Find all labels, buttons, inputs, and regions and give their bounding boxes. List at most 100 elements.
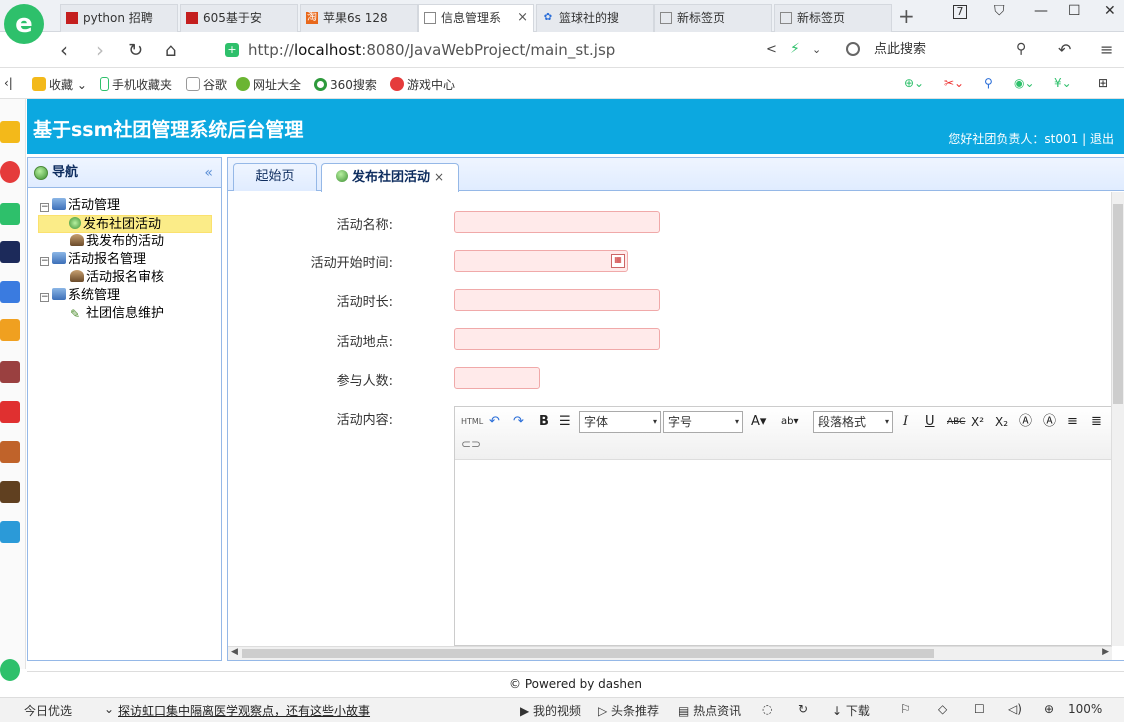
restore-badge-button[interactable]: 7 — [953, 5, 967, 19]
magnifier-icon[interactable]: ⚲ — [984, 76, 993, 90]
link-icon[interactable]: ⊂⊃ — [461, 434, 481, 454]
underline-button[interactable]: U — [925, 412, 935, 432]
my-videos-link[interactable]: ▶ 我的视频 — [520, 702, 581, 719]
yen-icon[interactable]: ¥⌄ — [1054, 76, 1072, 90]
tree-node-signup-mgmt[interactable]: − 活动报名管理 — [40, 251, 146, 269]
forward-icon[interactable]: › — [96, 38, 104, 62]
back-icon[interactable]: ‹ — [60, 38, 68, 62]
font-family-select[interactable]: 字体 ▾ — [579, 411, 661, 433]
favorites-rail-icon[interactable] — [0, 121, 20, 143]
extension-add-icon[interactable]: ⊕⌄ — [904, 76, 924, 90]
italic-button[interactable]: I — [903, 412, 908, 432]
scrollbar-thumb[interactable] — [1113, 204, 1123, 404]
hot-news-link[interactable]: ▤ 热点资讯 — [678, 702, 741, 719]
accelerate-icon[interactable]: ◌ — [762, 702, 772, 716]
game-rail-icon[interactable] — [0, 361, 20, 383]
browser-tab[interactable]: 605基于安 — [180, 4, 298, 32]
superscript-button[interactable]: X² — [971, 412, 984, 432]
bookmark-sites[interactable]: 网址大全 — [236, 76, 301, 93]
strikethrough-button[interactable]: ABC — [947, 412, 965, 432]
align-left-icon[interactable]: ≡ — [1067, 412, 1078, 432]
zoom-level[interactable]: 100% — [1068, 702, 1102, 716]
browser-tab[interactable]: 新标签页 — [654, 4, 772, 32]
download-link[interactable]: ↓ 下载 — [832, 702, 870, 719]
browser-tab[interactable]: python 招聘 — [60, 4, 178, 32]
editor-body[interactable] — [455, 461, 1112, 645]
maximize-button[interactable]: ☐ — [1068, 3, 1081, 19]
tree-node-activity-mgmt[interactable]: − 活动管理 — [40, 197, 120, 215]
vertical-scrollbar[interactable] — [1111, 192, 1124, 646]
new-tab-button[interactable]: + — [898, 4, 915, 28]
font-border-icon[interactable]: Ⓐ — [1043, 412, 1056, 432]
live-rail-icon[interactable] — [0, 401, 20, 423]
bookmark-google[interactable]: 谷歌 — [186, 76, 227, 93]
search-input[interactable]: 点此搜索 — [844, 38, 1034, 62]
paragraph-format-select[interactable]: 段落格式 ▾ — [813, 411, 893, 433]
collapse-toggle-icon[interactable]: − — [40, 203, 49, 212]
gamepad-icon[interactable]: ◉⌄ — [1014, 76, 1035, 90]
horizontal-scrollbar[interactable]: ◀ ▶ — [228, 646, 1112, 660]
tree-node-signup-review[interactable]: 活动报名审核 — [70, 269, 164, 287]
participants-input[interactable] — [454, 367, 540, 389]
browser-tab[interactable]: 新标签页 — [774, 4, 892, 32]
url-field[interactable]: + http://localhost:8080/JavaWebProject/m… — [220, 36, 840, 64]
font-color-icon[interactable]: A▾ — [751, 412, 766, 432]
browser-logo-icon[interactable]: e — [4, 4, 44, 44]
collapse-icon[interactable]: « — [204, 158, 213, 188]
bookmark-360[interactable]: 360搜索 — [314, 76, 377, 93]
browser-tab-active[interactable]: 信息管理系 × — [418, 4, 534, 33]
zoom-icon[interactable]: ⊕ — [1044, 702, 1054, 716]
close-tab-icon[interactable]: × — [434, 170, 444, 184]
align-justify-icon[interactable]: ≣ — [1091, 412, 1102, 432]
sidebar-toggle-icon[interactable]: ‹| — [4, 76, 13, 90]
headline-recommend-link[interactable]: ▷ 头条推荐 — [598, 702, 659, 719]
tree-node-system-mgmt[interactable]: − 系统管理 — [40, 287, 120, 305]
scroll-left-icon[interactable]: ◀ — [231, 647, 238, 657]
undo-icon[interactable]: ↶ — [1058, 40, 1071, 59]
bookmark-favorites[interactable]: 收藏 ⌄ — [32, 76, 87, 93]
tree-node-club-info[interactable]: ✎ 社团信息维护 — [70, 305, 164, 323]
activity-start-input[interactable]: ▦ — [454, 250, 628, 272]
logout-link[interactable]: 退出 — [1090, 132, 1114, 146]
search-icon[interactable]: ⚲ — [1016, 41, 1026, 57]
activity-location-input[interactable] — [454, 328, 660, 350]
app2-rail-icon[interactable] — [0, 521, 20, 543]
game3-rail-icon[interactable] — [0, 481, 20, 503]
html-source-button[interactable]: HTML — [461, 412, 483, 432]
sound-icon[interactable]: ◁) — [1008, 702, 1022, 716]
lightning-icon[interactable]: ⚡ — [790, 41, 800, 57]
collapse-toggle-icon[interactable]: − — [40, 257, 49, 266]
novel-rail-icon[interactable] — [0, 319, 20, 341]
scrollbar-thumb[interactable] — [242, 649, 934, 658]
activity-name-input[interactable] — [454, 211, 660, 233]
tab-publish-activity[interactable]: 发布社团活动 × — [321, 163, 460, 192]
subscript-button[interactable]: X₂ — [995, 412, 1008, 432]
home-icon[interactable]: ⌂ — [165, 40, 176, 61]
scissors-icon[interactable]: ✂⌄ — [944, 76, 964, 90]
add-rail-icon[interactable] — [0, 659, 20, 681]
chevron-down-icon[interactable]: ⌄ — [104, 702, 114, 716]
weibo-rail-icon[interactable] — [0, 161, 20, 183]
undo-icon[interactable]: ↶ — [489, 412, 500, 432]
chevron-down-icon[interactable]: ⌄ — [812, 43, 821, 56]
game2-rail-icon[interactable] — [0, 441, 20, 463]
highlight-color-icon[interactable]: ab▾ — [781, 412, 799, 432]
browser-tab[interactable]: 淘苹果6s 128 — [300, 4, 418, 32]
share-icon[interactable]: < — [766, 42, 777, 57]
redo-icon[interactable]: ↷ — [513, 412, 524, 432]
bookmark-mobile[interactable]: 手机收藏夹 — [100, 76, 172, 93]
font-size-select[interactable]: 字号 ▾ — [663, 411, 743, 433]
tree-node-publish-activity[interactable]: 发布社团活动 — [38, 215, 212, 233]
close-tab-icon[interactable]: × — [517, 5, 528, 31]
minimize-button[interactable]: — — [1034, 3, 1048, 19]
menu-icon[interactable]: ≡ — [1100, 40, 1113, 59]
app-rail-icon[interactable] — [0, 241, 20, 263]
bold-button[interactable]: B — [539, 412, 549, 432]
mail-rail-icon[interactable] — [0, 203, 20, 225]
flag-icon[interactable]: ⚐ — [900, 702, 911, 716]
skin-icon[interactable]: ⛉ — [994, 3, 1005, 19]
close-window-button[interactable]: ✕ — [1104, 3, 1116, 19]
eraser-icon[interactable]: ◇ — [938, 702, 947, 716]
today-picks-link[interactable]: 今日优选 — [24, 702, 72, 719]
refresh-icon[interactable]: ↻ — [128, 40, 143, 61]
